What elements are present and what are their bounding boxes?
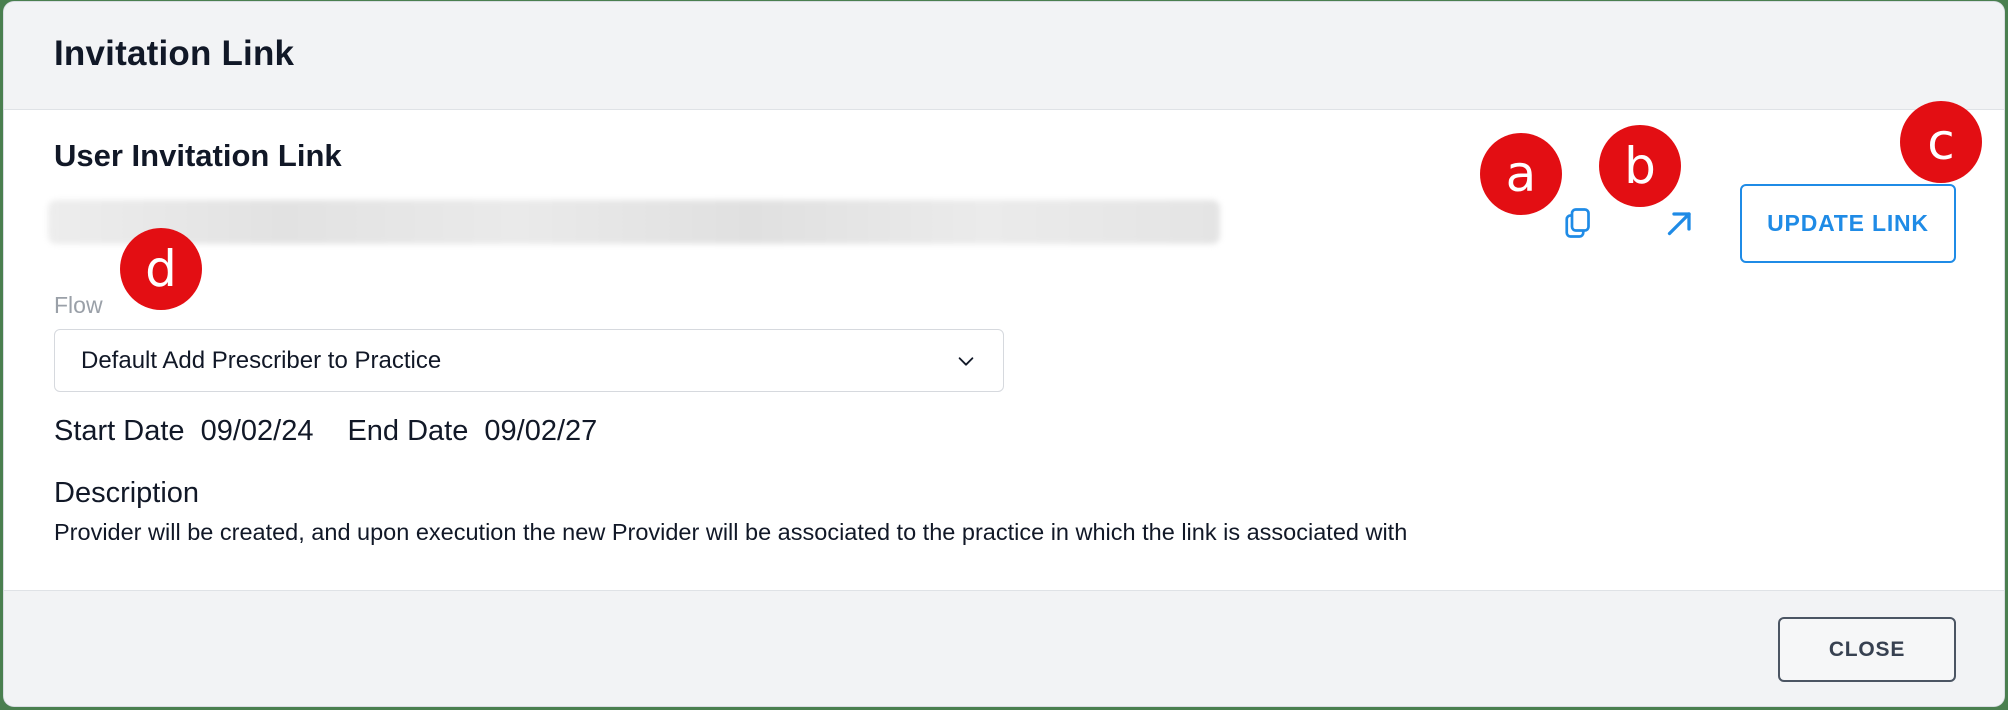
dialog-title: Invitation Link	[54, 34, 295, 73]
dialog-header: Invitation Link	[4, 2, 2004, 110]
open-link-button[interactable]	[1656, 199, 1704, 247]
start-date-label: Start Date	[54, 415, 185, 447]
date-range: Start Date 09/02/24 End Date 09/02/27	[54, 415, 597, 448]
chevron-down-icon	[958, 357, 974, 366]
end-date-value: 09/02/27	[484, 415, 598, 447]
description-title: Description	[54, 477, 200, 509]
close-button[interactable]: CLOSE	[1778, 617, 1956, 682]
invitation-link-dialog: Invitation Link User Invitation Link UPD…	[4, 2, 2004, 706]
update-link-button[interactable]: UPDATE LINK	[1740, 184, 1956, 263]
annotation-marker-d: d	[120, 228, 202, 310]
dialog-footer: CLOSE	[4, 590, 2004, 706]
flow-label: Flow	[54, 292, 103, 318]
flow-select[interactable]: Default Add Prescriber to Practice	[54, 329, 1004, 392]
arrow-up-right-icon	[1667, 212, 1691, 236]
section-title: User Invitation Link	[54, 138, 342, 173]
flow-selected-value: Default Add Prescriber to Practice	[81, 347, 442, 374]
annotation-marker-c: c	[1900, 101, 1982, 183]
invitation-link-value-redacted	[48, 200, 1220, 244]
start-date-value: 09/02/24	[200, 415, 314, 447]
end-date-label: End Date	[347, 415, 469, 447]
copy-icon	[1565, 208, 1590, 238]
annotation-marker-a: a	[1480, 133, 1562, 215]
copy-link-button[interactable]	[1554, 199, 1602, 247]
description-text: Provider will be created, and upon execu…	[54, 519, 1408, 545]
annotation-marker-b: b	[1599, 125, 1681, 207]
